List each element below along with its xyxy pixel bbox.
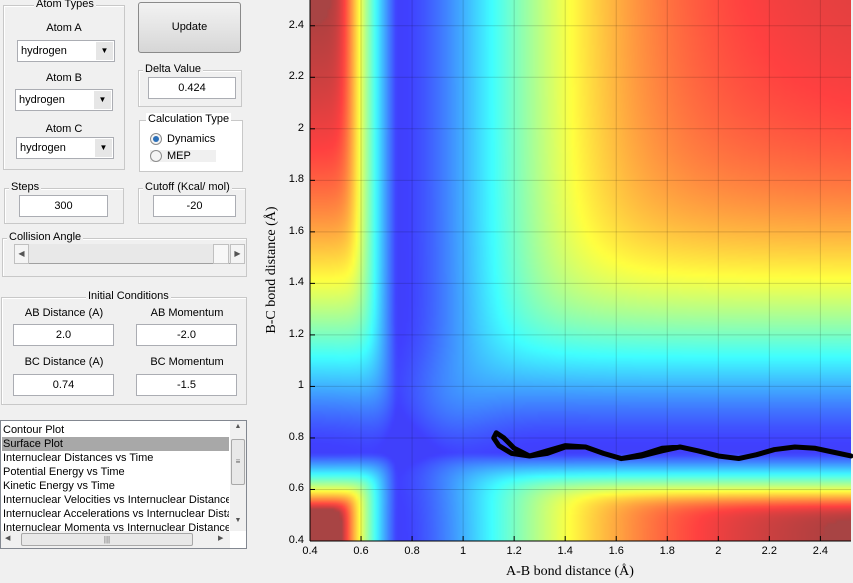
x-tick-label: 2.2 [761, 545, 777, 557]
x-tick-label: 2.4 [812, 545, 829, 557]
x-tick-label: 2 [715, 545, 722, 557]
trajectory-line [491, 430, 853, 462]
y-tick-label: 2.4 [288, 18, 304, 31]
y-tick-label: 0.6 [288, 482, 304, 495]
y-tick-label: 2 [297, 121, 304, 134]
x-tick-label: 1.2 [506, 545, 522, 557]
y-tick-label: 1.8 [288, 173, 304, 186]
y-tick-label: 0.8 [288, 430, 304, 443]
y-tick-label: 1.6 [288, 224, 304, 237]
x-tick-label: 0.4 [302, 545, 318, 557]
x-tick-label: 1.4 [557, 545, 573, 557]
y-tick-label: 1 [297, 379, 304, 392]
x-axis-label: A-B bond distance (Å) [506, 564, 634, 579]
y-tick-label: 1.4 [288, 276, 304, 289]
y-tick-label: 2.2 [288, 70, 304, 83]
y-axis-label: B-C bond distance (Å) [264, 206, 279, 334]
x-tick-label: 1 [460, 545, 467, 557]
plot-axes [309, 0, 853, 542]
x-tick-label: 1.6 [608, 545, 624, 557]
y-tick-label: 1.2 [288, 327, 304, 340]
x-tick-label: 1.8 [659, 545, 675, 557]
y-tick-label: 0.4 [288, 534, 304, 546]
x-tick-label: 0.8 [404, 545, 420, 557]
x-tick-label: 0.6 [353, 545, 369, 557]
